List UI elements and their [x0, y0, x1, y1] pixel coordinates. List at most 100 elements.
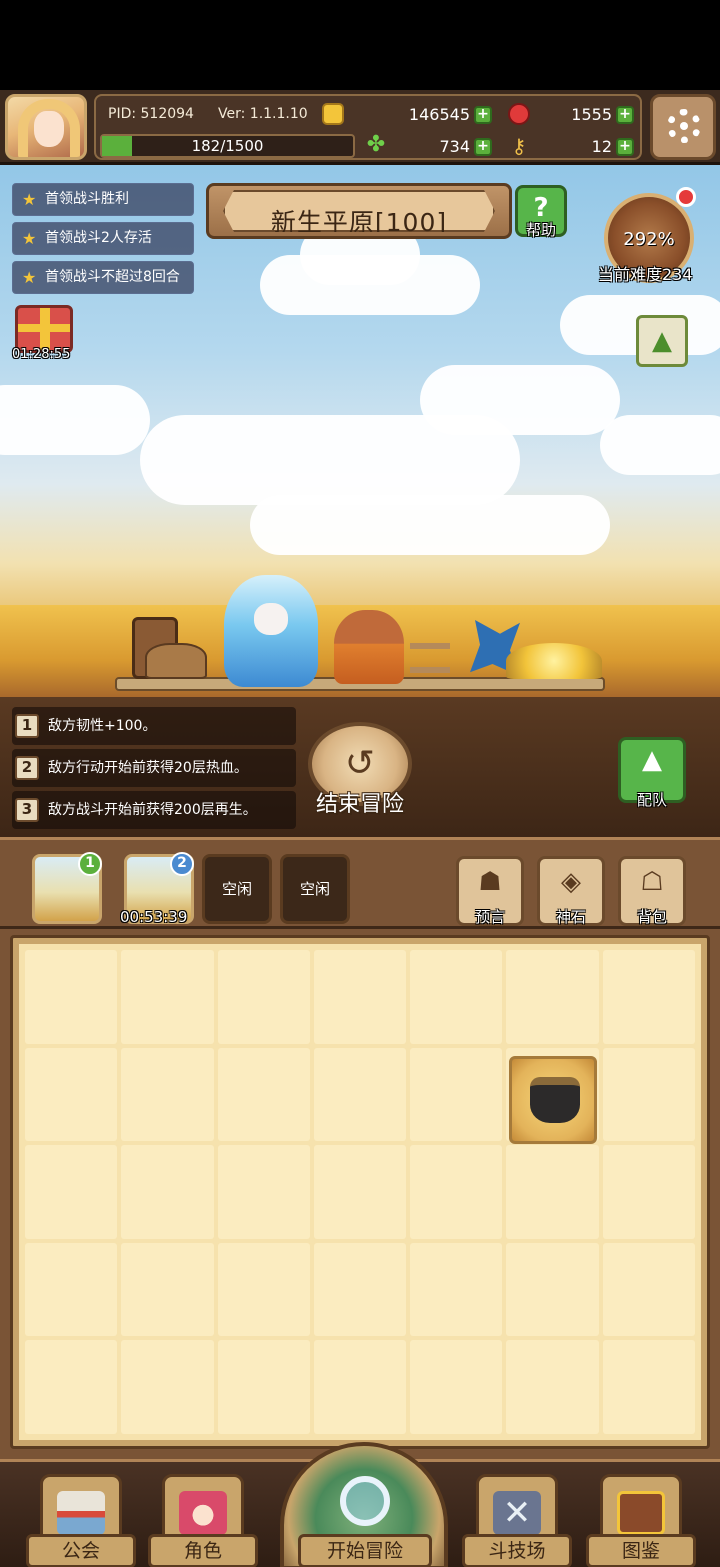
inventory-cell[interactable] — [121, 1340, 214, 1434]
add-key-button[interactable]: + — [616, 138, 634, 156]
inventory-cell[interactable] — [313, 950, 407, 1044]
prophecy-label: 预言 — [474, 908, 505, 926]
stack-icon: ▲ — [652, 326, 672, 356]
game-version: Ver: 1.1.1.10 — [218, 106, 308, 122]
arena-swords-icon: ✕ — [493, 1491, 541, 1535]
inventory-cell[interactable] — [25, 1047, 118, 1142]
inventory-cell[interactable] — [25, 1145, 118, 1239]
rule-text: 敌方韧性+100。 — [48, 718, 157, 734]
cauldron-item[interactable] — [509, 1056, 597, 1144]
rule-number: 2 — [15, 756, 39, 780]
clover-icon: ✤ — [366, 132, 386, 157]
inventory-cell[interactable] — [121, 1047, 214, 1142]
help-label: 帮助 — [525, 221, 556, 239]
settings-gear-icon — [667, 109, 701, 143]
inventory-cell[interactable] — [313, 1145, 407, 1239]
inventory-cell[interactable] — [217, 950, 310, 1044]
expedition-slot-4[interactable]: 空闲 — [280, 854, 350, 924]
inventory-cell[interactable] — [217, 1047, 310, 1142]
modifier-rule: 3 敌方战斗开始前获得200层再生。 — [12, 791, 296, 829]
inventory-border — [10, 935, 710, 1449]
inventory-cell[interactable] — [602, 1145, 695, 1239]
inventory-cell[interactable] — [217, 1145, 310, 1239]
add-gem-button[interactable]: + — [616, 106, 634, 124]
inventory-frame — [0, 929, 720, 1459]
star-icon: ★ — [22, 229, 37, 248]
settings-button[interactable] — [650, 94, 716, 160]
add-clover-button[interactable]: + — [474, 138, 492, 156]
battle-scene: ★ 首领战斗胜利 ★ 首领战斗2人存活 ★ 首领战斗不超过8回合 01:28:55 新… — [0, 165, 720, 697]
expedition-slot-3[interactable]: 空闲 — [202, 854, 272, 924]
rule-number: 3 — [15, 798, 39, 822]
inventory-cell[interactable] — [217, 1242, 310, 1337]
stack-side-button[interactable]: ▲ — [636, 315, 688, 367]
inventory-cell[interactable] — [313, 1340, 407, 1434]
rule-number: 1 — [15, 714, 39, 738]
nav-character[interactable]: 角色 — [148, 1534, 258, 1567]
inventory-cell[interactable] — [313, 1047, 407, 1142]
status-bar-area — [0, 0, 720, 90]
clover-amount: 734 — [439, 137, 470, 156]
quest-item: ★ 首领战斗2人存活 — [12, 222, 194, 255]
divine-stone-label: 神石 — [555, 908, 586, 926]
quest-text: 首领战斗不超过8回合 — [45, 269, 180, 285]
inventory-cell[interactable] — [410, 950, 503, 1044]
inventory-cell[interactable] — [121, 1145, 214, 1239]
player-avatar[interactable] — [5, 94, 87, 160]
expedition-slot-row: 1 2 00:53:39 空闲 空闲 ☗ 预言 ◈ 神石 ☖ 背包 — [0, 837, 720, 929]
inventory-cell[interactable] — [410, 1340, 503, 1434]
star-icon: ★ — [22, 268, 37, 287]
cloud — [420, 365, 620, 435]
inventory-cell[interactable] — [121, 950, 214, 1044]
quest-item: ★ 首领战斗不超过8回合 — [12, 261, 194, 294]
gift-icon[interactable] — [15, 305, 73, 353]
nav-arena[interactable]: 斗技场 — [462, 1534, 572, 1567]
inventory-grid — [19, 944, 701, 1440]
coin-icon — [322, 103, 344, 125]
gold-pile — [506, 643, 602, 679]
sack-enemy — [145, 643, 207, 679]
rule-text: 敌方战斗开始前获得200层再生。 — [48, 802, 257, 818]
inventory-cell[interactable] — [602, 1340, 695, 1434]
nav-start-adventure[interactable]: 开始冒险 — [298, 1534, 432, 1567]
inventory-cell[interactable] — [506, 1340, 599, 1434]
rule-text: 敌方行动开始前获得20层热血。 — [48, 760, 248, 776]
modifier-rule: 2 敌方行动开始前获得20层热血。 — [12, 749, 296, 787]
add-gold-button[interactable]: + — [474, 106, 492, 124]
slot-badge: 1 — [78, 852, 102, 876]
gem-amount: 1555 — [571, 105, 612, 124]
team-label: 配队 — [636, 791, 667, 809]
end-adventure-label: 结束冒险 — [315, 792, 404, 817]
stage-banner: 新生平原[100] — [206, 183, 512, 239]
inventory-cell[interactable] — [313, 1242, 407, 1337]
inventory-cell[interactable] — [217, 1340, 310, 1434]
inventory-cell[interactable] — [602, 1047, 695, 1142]
inventory-cell[interactable] — [121, 1242, 214, 1337]
stage-banner-inner: 新生平原[100] — [223, 190, 495, 232]
inventory-cell[interactable] — [25, 1340, 118, 1434]
inventory-cell[interactable] — [410, 1242, 503, 1337]
stage-title: 新生平原[100] — [270, 208, 448, 237]
magnifier-icon — [340, 1476, 390, 1526]
difficulty-percent: 292% — [623, 229, 675, 250]
inventory-cell[interactable] — [506, 950, 599, 1044]
inventory-cell[interactable] — [25, 1242, 118, 1337]
nav-guild[interactable]: 公会 — [26, 1534, 136, 1567]
divine-stone-icon: ◈ — [561, 867, 581, 897]
cloud — [0, 385, 150, 455]
nav-codex[interactable]: 图鉴 — [586, 1534, 696, 1567]
inventory-cell[interactable] — [410, 1145, 503, 1239]
monkey-monk-hero[interactable] — [334, 610, 404, 684]
inventory-cell[interactable] — [602, 1242, 695, 1337]
inventory-cell[interactable] — [506, 1242, 599, 1337]
ice-princess-hero[interactable] — [224, 575, 318, 687]
stamina-bar: 182/1500 — [100, 134, 355, 158]
inventory-cell[interactable] — [25, 950, 118, 1044]
team-icon: ▲ — [642, 745, 662, 775]
inventory-cell[interactable] — [506, 1145, 599, 1239]
cauldron-item-icon — [530, 1077, 580, 1123]
backpack-icon: ☖ — [640, 867, 664, 897]
inventory-cell[interactable] — [410, 1047, 503, 1142]
modifier-rule: 1 敌方韧性+100。 — [12, 707, 296, 745]
inventory-cell[interactable] — [602, 950, 695, 1044]
